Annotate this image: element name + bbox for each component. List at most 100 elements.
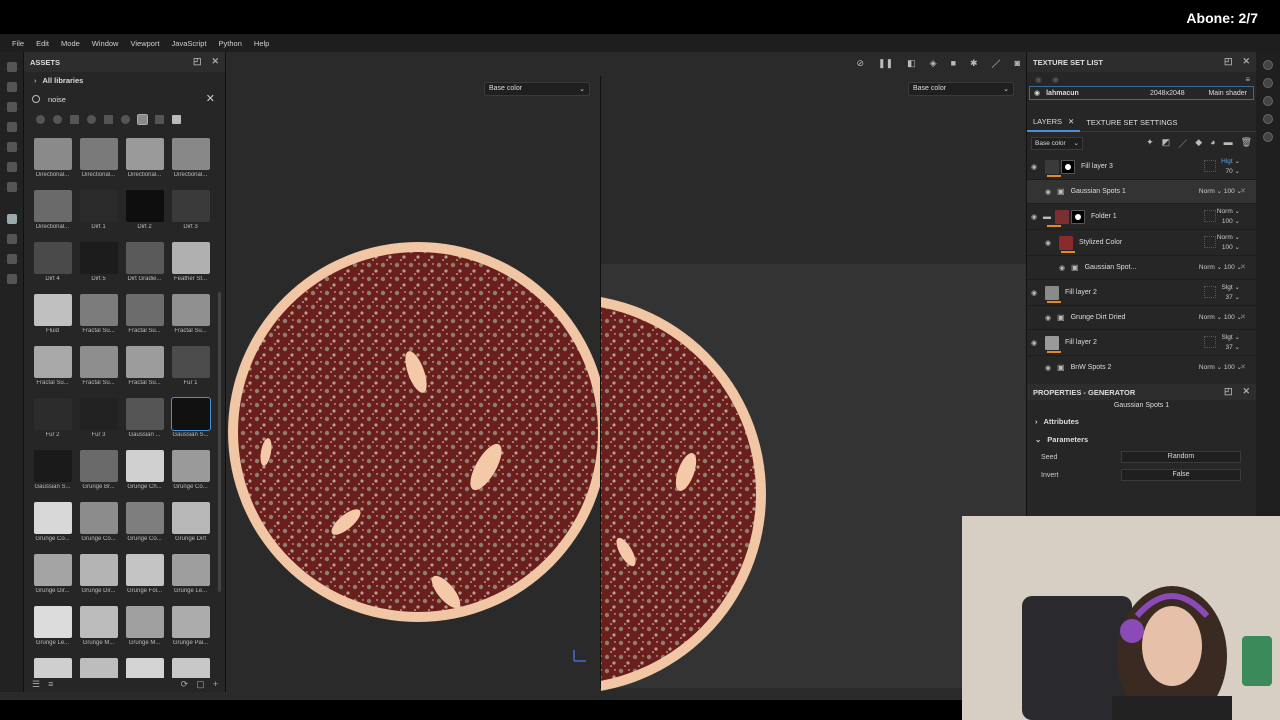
asset-thumbnail[interactable]: Fractal Su... (76, 346, 121, 390)
asset-thumbnail[interactable] (76, 658, 121, 678)
blend-mode[interactable]: Norm ⌄ 100 ⌄ (1199, 187, 1242, 197)
layer-mask-thumbnail[interactable] (1061, 159, 1075, 174)
picker-tool-icon[interactable] (6, 182, 17, 192)
library-selector[interactable]: › All libraries (24, 72, 225, 88)
delete-layer-icon[interactable]: 🗑 (1241, 137, 1252, 150)
float-panel-icon[interactable]: ◰ (1224, 386, 1233, 397)
asset-thumbnail[interactable]: Gaussian S... (168, 397, 213, 442)
assets-panel-icon[interactable] (6, 214, 17, 224)
asset-thumbnail[interactable]: Dirt 3 (168, 190, 213, 234)
asset-thumbnail[interactable]: Fluid (30, 294, 75, 338)
visibility-icon[interactable]: ◉ (1035, 75, 1042, 84)
blend-mode[interactable]: Norm ⌄ 100 ⌄ (1199, 263, 1242, 273)
asset-thumbnail[interactable]: Grunge Co... (168, 450, 213, 494)
asset-thumbnail[interactable]: Grunge Dirt (168, 502, 213, 546)
add-fill-layer-icon[interactable]: ◆ (1195, 137, 1202, 150)
texture-set-list-icon[interactable] (1263, 60, 1273, 70)
asset-thumbnail[interactable]: Dirt 4 (30, 242, 75, 286)
layer-row[interactable]: ◉ ▬ Folder 1 Norm ⌄ 100 ⌄ (1027, 204, 1256, 230)
asset-thumbnail[interactable]: Grunge M... (122, 606, 167, 650)
add-folder-icon[interactable]: ▬ (1224, 137, 1233, 150)
layers-icon[interactable] (1263, 78, 1273, 88)
layer-row[interactable]: ◉ Fill layer 2 Slgt ⌄ 37 ⌄ (1027, 280, 1256, 306)
clear-search-icon[interactable]: ✕ (206, 92, 215, 105)
close-panel-icon[interactable]: ✕ (211, 56, 219, 67)
asset-thumbnail[interactable]: Directional... (30, 190, 75, 234)
brush-mode-icon[interactable]: ／ (992, 57, 1001, 70)
effect-row[interactable]: ◉ ▣ ✕ Grunge Dirt Dried Norm ⌄ 100 ⌄ (1027, 306, 1256, 330)
opacity-value[interactable]: 37 (1226, 294, 1233, 301)
menu-item-viewport[interactable]: Viewport (130, 39, 159, 48)
asset-thumbnail[interactable]: Dirt Gradie... (122, 242, 167, 286)
add-icon[interactable]: + (213, 679, 218, 689)
asset-thumbnail[interactable]: Fractal Su... (76, 294, 121, 338)
asset-thumbnail[interactable] (122, 658, 167, 678)
layer-channel-dropdown[interactable]: Base color ⌄ (1031, 136, 1083, 150)
polygon-fill-icon[interactable] (6, 122, 17, 132)
sort-icon[interactable]: ☰ (32, 679, 40, 690)
tab-layers[interactable]: LAYERS ✕ (1027, 114, 1081, 132)
opacity-value[interactable]: 100 (1224, 264, 1235, 271)
opacity-value[interactable]: 100 (1224, 364, 1235, 371)
tab-texture-set-settings[interactable]: TEXTURE SET SETTINGS (1080, 114, 1183, 132)
asset-thumbnail[interactable]: Fur 2 (30, 398, 75, 442)
viewer-settings-icon[interactable] (6, 274, 17, 284)
add-smart-material-icon[interactable]: ◕ (1210, 137, 1215, 150)
effect-row[interactable]: ◉ ▣ ✕ Gaussian Spot... Norm ⌄ 100 ⌄ (1027, 256, 1256, 280)
projection-tool-icon[interactable] (6, 102, 17, 112)
log-icon[interactable] (1263, 132, 1273, 142)
effect-row[interactable]: ◉ ▣ ✕ Gaussian Spots 1 Norm ⌄ 100 ⌄ (1027, 180, 1256, 204)
asset-thumbnail[interactable]: Dirt 1 (76, 190, 121, 234)
split-view-icon[interactable]: ◧ (907, 58, 916, 69)
grid-view-icon[interactable] (172, 114, 181, 124)
asset-thumbnail[interactable]: Gaussian S... (30, 450, 75, 494)
asset-thumbnail[interactable]: Grunge Co... (76, 502, 121, 546)
asset-thumbnail[interactable]: Grunge Dir... (30, 554, 75, 598)
eye-icon[interactable]: ◉ (1055, 264, 1069, 272)
texture-set-icon[interactable] (6, 234, 17, 244)
solo-icon[interactable]: ◉ (1052, 75, 1059, 84)
new-window-icon[interactable]: ▢ (196, 679, 205, 690)
menu-icon[interactable]: ≡ (1245, 75, 1250, 84)
camera-icon[interactable]: ■ (951, 58, 956, 68)
menu-item-help[interactable]: Help (254, 39, 269, 48)
opacity-value[interactable]: 100 (1222, 218, 1233, 225)
eye-icon[interactable]: ◉ (1027, 339, 1041, 347)
list-icon[interactable]: ≡ (48, 679, 53, 689)
asset-thumbnail[interactable]: Fractal Su... (168, 294, 213, 338)
asset-thumbnail[interactable]: Gaussian ... (122, 398, 167, 442)
menu-item-python[interactable]: Python (219, 39, 242, 48)
opacity-value[interactable]: 37 (1226, 344, 1233, 351)
eye-icon[interactable]: ◉ (1027, 163, 1041, 171)
asset-thumbnail[interactable]: Fractal Su... (122, 294, 167, 338)
filter-generator-icon[interactable] (121, 114, 130, 124)
layer-mask-thumbnail[interactable] (1071, 209, 1085, 224)
asset-thumbnail[interactable]: Grunge Ch... (122, 450, 167, 494)
eye-icon[interactable]: ◉ (1041, 188, 1055, 196)
opacity-value[interactable]: 100 (1224, 188, 1235, 195)
filter-brush-icon[interactable] (104, 114, 113, 124)
menu-item-window[interactable]: Window (92, 39, 119, 48)
channel-dropdown-2d[interactable]: Base color ⌄ (908, 82, 1014, 96)
eraser-tool-icon[interactable] (6, 82, 17, 92)
history-icon[interactable] (1263, 114, 1273, 124)
blend-mode[interactable]: Norm ⌄ 100 ⌄ (1199, 363, 1242, 373)
menu-item-javascript[interactable]: JavaScript (172, 39, 207, 48)
asset-thumbnail[interactable]: Grunge Pai... (168, 606, 213, 650)
blend-mode[interactable]: Hlgt ⌄ 70 ⌄ (1221, 157, 1240, 177)
channel-dropdown-3d[interactable]: Base color ⌄ (484, 82, 590, 96)
settings-icon[interactable]: ✱ (970, 58, 978, 69)
texture-set-shader[interactable]: Main shader (1208, 90, 1247, 97)
asset-thumbnail[interactable]: Fractal Su... (122, 346, 167, 390)
asset-thumbnail[interactable]: Directional... (122, 138, 167, 182)
pause-icon[interactable]: ❚❚ (878, 58, 893, 69)
asset-thumbnail[interactable]: Grunge Le... (168, 554, 213, 598)
search-input[interactable] (48, 94, 188, 104)
effect-row[interactable]: ◉ ▣ ✕ BnW Spots 2 Norm ⌄ 100 ⌄ (1027, 356, 1256, 374)
assets-scrollbar[interactable] (218, 292, 221, 592)
add-mask-icon[interactable]: ◩ (1162, 137, 1171, 150)
display-settings-icon[interactable] (6, 254, 17, 264)
hide-ui-icon[interactable]: ⊘ (856, 58, 864, 69)
opacity-value[interactable]: 100 (1224, 314, 1235, 321)
close-panel-icon[interactable]: ✕ (1242, 386, 1250, 397)
